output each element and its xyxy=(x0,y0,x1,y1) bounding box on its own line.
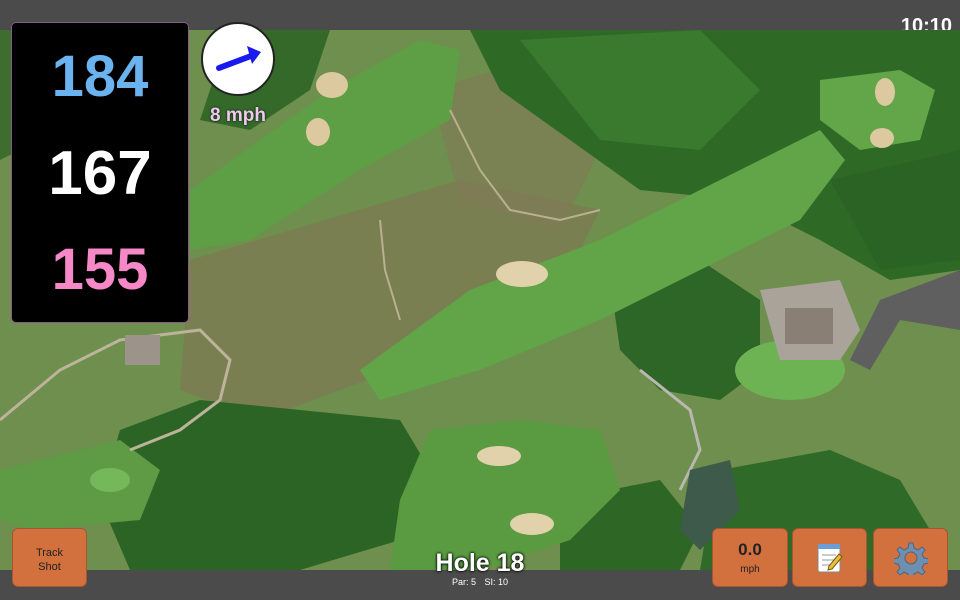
track-shot-label-line1: Track xyxy=(35,547,64,559)
distance-panel: 184 167 155 xyxy=(11,22,189,323)
wind-button-unit: mph xyxy=(740,564,760,575)
gear-icon xyxy=(893,542,928,575)
wind-button-value: 0.0 xyxy=(738,540,762,559)
hole-par: Par: 5 xyxy=(451,577,476,587)
distance-front: 155 xyxy=(51,237,149,302)
distance-middle: 167 xyxy=(48,139,152,208)
wind-speed-label: 8 mph xyxy=(210,105,266,126)
notepad-icon xyxy=(817,543,843,572)
wind-indicator xyxy=(201,22,275,96)
hole-info: Par: 5 SI: 10 xyxy=(380,577,580,587)
distance-back: 184 xyxy=(51,44,149,109)
hole-stroke-index: SI: 10 xyxy=(484,577,509,587)
arrow-right-icon xyxy=(216,46,261,71)
track-shot-button[interactable]: Track Shot xyxy=(12,528,87,587)
hole-title: Hole 18 xyxy=(435,549,525,577)
settings-button[interactable] xyxy=(873,528,948,587)
track-shot-label-line2: Shot xyxy=(38,561,61,573)
notes-button[interactable] xyxy=(792,528,867,587)
wind-speed-button[interactable]: 0.0 mph xyxy=(712,528,788,587)
